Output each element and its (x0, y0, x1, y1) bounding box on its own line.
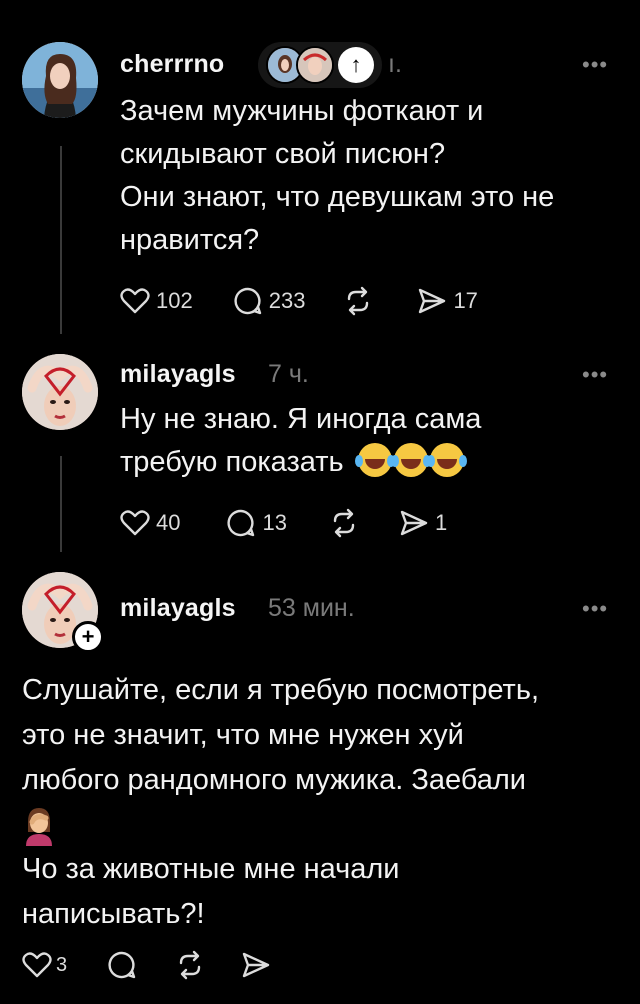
share-button[interactable]: 1 (399, 509, 447, 537)
more-options-button[interactable]: ••• (582, 596, 608, 622)
like-count: 102 (156, 288, 193, 313)
reply-button[interactable]: 13 (226, 508, 287, 538)
post-actions: 3 (22, 950, 271, 980)
reply-count: 233 (268, 288, 306, 313)
avatar[interactable] (22, 42, 98, 118)
username[interactable]: cherrrno (120, 50, 224, 79)
send-icon (400, 510, 428, 536)
repost-button[interactable] (343, 286, 373, 316)
post-line: требую показать (120, 446, 344, 478)
timestamp: 53 мин. (268, 594, 355, 622)
post-line: Чо за животные мне начали (22, 853, 400, 885)
post-line: Слушайте, если я требую посмотреть, (22, 674, 540, 706)
thread-line (60, 146, 62, 334)
post-line: нравится? (120, 224, 260, 256)
post-line: Зачем мужчины фоткают и (120, 95, 484, 127)
timestamp: 7 ч. (268, 360, 309, 388)
repost-icon (348, 286, 369, 316)
thread-line (60, 456, 62, 552)
heart-icon (22, 952, 52, 978)
more-options-button[interactable]: ••• (582, 362, 608, 388)
tears-of-joy-emoji-icon (426, 443, 464, 477)
post-line: это не значит, что мне нужен хуй (22, 719, 464, 751)
avatar-photo (22, 42, 98, 118)
post-line: скидывают свой писюн? (120, 138, 446, 170)
arrow-up-icon[interactable]: ↑ (338, 47, 374, 83)
new-posts-pill[interactable]: ↑ (258, 42, 382, 88)
tears-of-joy-emoji-icon (354, 443, 392, 477)
more-options-button[interactable]: ••• (582, 52, 608, 78)
post-line: любого рандомного мужика. Заебали (22, 764, 526, 796)
share-button[interactable]: 17 (417, 287, 478, 315)
comment-icon (108, 951, 136, 979)
tears-of-joy-emoji-icon (390, 443, 428, 477)
post-line: Они знают, что девушкам это не (120, 181, 555, 213)
follow-plus-button[interactable]: + (72, 621, 104, 653)
share-button[interactable] (241, 951, 271, 979)
woman-facepalming-emoji-icon (26, 808, 52, 847)
laughing-emoji-group (354, 443, 466, 478)
comment-icon (234, 287, 261, 315)
reply-button[interactable]: 233 (233, 286, 306, 316)
username[interactable]: milayagls (120, 594, 236, 623)
comment-icon (227, 509, 255, 537)
post-text: Зачем мужчины фоткают и скидывают свой п… (120, 90, 620, 262)
like-button[interactable]: 102 (120, 287, 193, 315)
mini-avatar (296, 46, 334, 84)
avatar[interactable] (22, 354, 98, 430)
share-count: 17 (453, 288, 478, 313)
repost-icon (179, 950, 201, 980)
timestamp: ı. (388, 50, 402, 78)
post-line-with-emoji: требую показать (120, 441, 620, 484)
post-text: Ну не знаю. Я иногда сама требую показат… (120, 398, 620, 484)
reply-button[interactable] (107, 950, 137, 980)
reply-count: 13 (262, 510, 287, 535)
repost-button[interactable] (329, 508, 359, 538)
repost-button[interactable] (175, 950, 205, 980)
post-text: Слушайте, если я требую посмотреть, это … (22, 668, 622, 937)
share-count: 1 (434, 510, 448, 535)
post-actions: 40 13 1 (120, 508, 447, 538)
send-icon (419, 288, 446, 314)
username[interactable]: milayagls (120, 360, 236, 389)
like-count: 40 (156, 510, 181, 535)
repost-icon (333, 508, 355, 538)
heart-icon (120, 288, 150, 314)
post-actions: 102 233 17 (120, 286, 478, 316)
like-button[interactable]: 40 (120, 509, 180, 537)
like-button[interactable]: 3 (22, 951, 67, 979)
post-line: Ну не знаю. Я иногда сама (120, 403, 482, 435)
heart-icon (120, 510, 150, 536)
post-line: написывать?! (22, 898, 205, 930)
send-icon (242, 952, 270, 978)
facepalm-emoji-line (22, 803, 622, 847)
like-count: 3 (56, 953, 68, 976)
avatar-photo (22, 354, 98, 430)
